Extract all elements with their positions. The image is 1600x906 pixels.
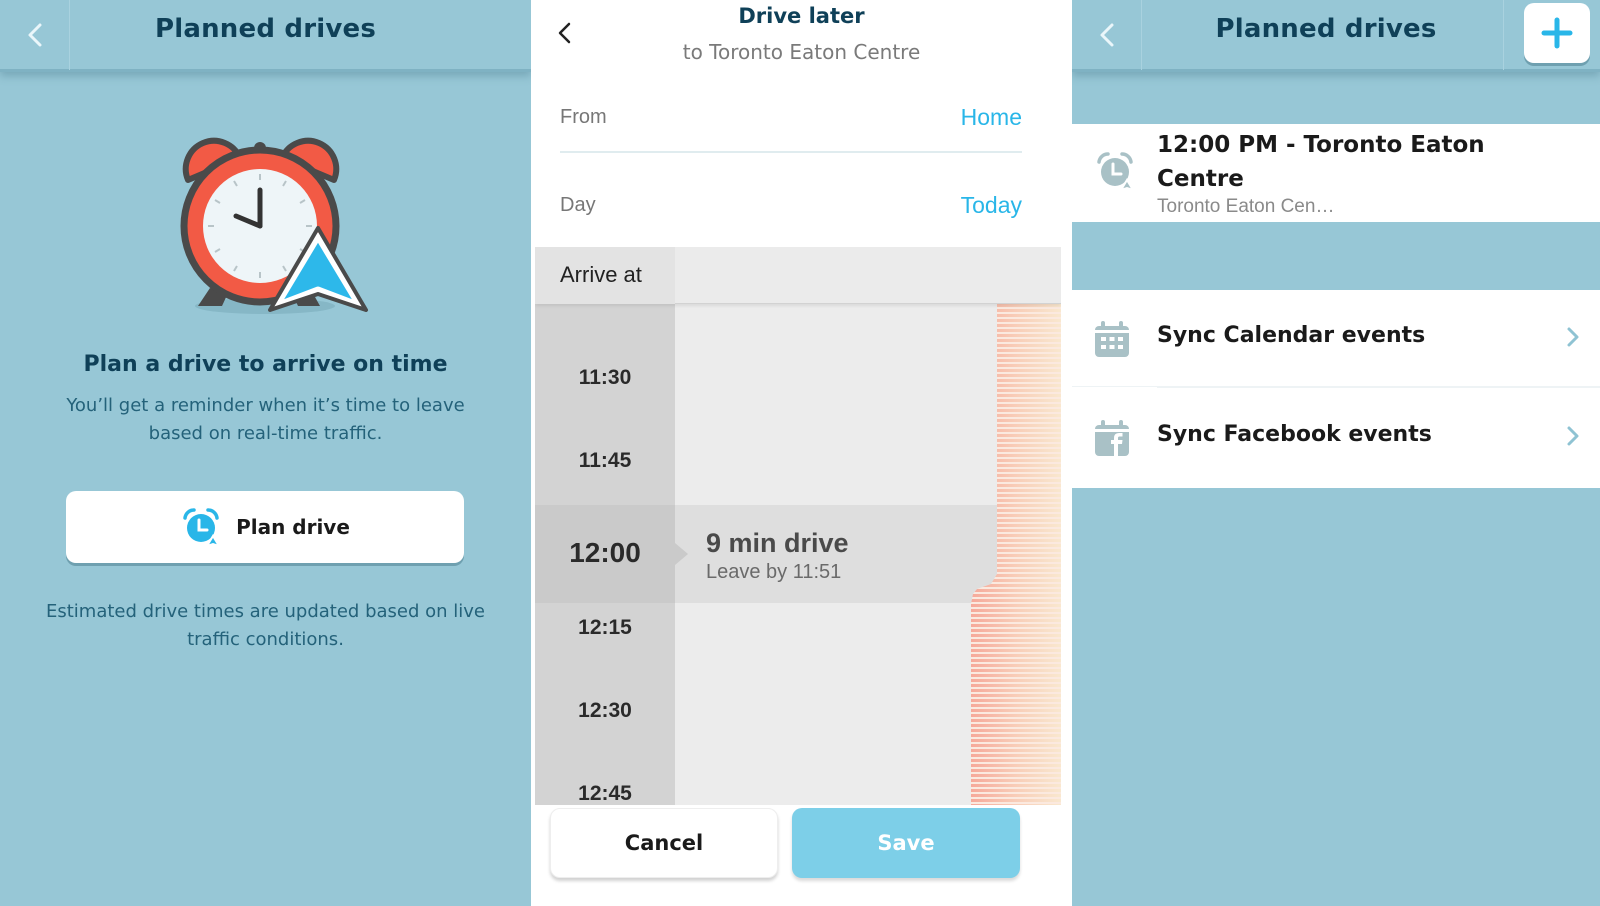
time-option[interactable]: 11:30 [535,366,675,390]
from-label: From [560,105,607,128]
add-drive-button[interactable] [1524,3,1590,63]
footnote: Estimated drive times are updated based … [45,601,486,650]
headline: Plan a drive to arrive on time [83,352,448,377]
from-row[interactable]: From Home [560,83,1022,153]
sync-calendar-item[interactable]: Sync Calendar events [1072,290,1600,388]
planned-drives-list-screen: Planned drives 12:00 PM - Toronto Eaton … [1072,0,1600,906]
alarm-clock-navigation-icon [180,137,368,314]
plan-drive-button[interactable]: Plan drive [66,491,464,563]
sync-facebook-item[interactable]: Sync Facebook events [1072,389,1600,487]
chevron-left-icon [1100,23,1113,47]
drive-duration: 9 min drive [706,528,849,558]
destination-subtitle: to Toronto Eaton Centre [682,40,921,64]
day-label: Day [560,193,596,216]
time-option[interactable]: 12:45 [535,782,675,805]
nav-divider [1503,0,1504,70]
from-value[interactable]: Home [961,104,1022,131]
chevron-right-icon [1567,426,1579,446]
time-option[interactable]: 12:30 [535,699,675,723]
calendar-icon [1095,321,1129,357]
plus-icon [1541,17,1573,49]
time-option[interactable]: 12:15 [535,616,675,640]
arrive-at-label: Arrive at [560,262,642,287]
nav-bar: Planned drives [0,0,531,72]
planned-drive-title: 12:00 PM - Toronto Eaton Centre [1157,132,1485,192]
time-option[interactable]: 11:45 [535,449,675,473]
page-title: Drive later [738,4,865,28]
chevron-right-icon [1567,327,1579,347]
save-button[interactable]: Save [792,808,1020,878]
page-title: Planned drives [1215,14,1437,44]
day-row[interactable]: Day Today [560,170,1022,240]
drive-later-screen: Drive later to Toronto Eaton Centre From… [531,0,1072,906]
description: You’ll get a reminder when it’s time to … [66,395,465,444]
sync-facebook-label: Sync Facebook events [1157,422,1432,447]
day-value[interactable]: Today [961,192,1022,219]
arrival-time-picker[interactable]: 11:15 11:30 11:45 12:00 9 min drive Leav… [535,247,1061,805]
traffic-density-gradient [971,304,1061,805]
sync-calendar-label: Sync Calendar events [1157,323,1426,348]
selected-time: 12:00 [569,537,641,568]
picker-header: Arrive at [535,247,1061,304]
planned-drive-subtitle: Toronto Eaton Cen… [1157,196,1335,217]
facebook-calendar-icon [1095,420,1129,456]
alarm-clock-icon [1097,152,1136,192]
planned-drive-item[interactable]: 12:00 PM - Toronto Eaton Centre Toronto … [1072,124,1600,222]
cancel-button[interactable]: Cancel [550,808,778,878]
nav-bar: Planned drives [1072,0,1600,72]
planned-drives-empty-screen: Planned drives Plan a drive to arrive on… [0,0,531,906]
back-button[interactable] [1072,0,1142,70]
plan-drive-label: Plan drive [236,515,350,539]
leave-by-time: Leave by 11:51 [706,561,842,583]
selection-notch [675,543,688,565]
sync-options-card: Sync Calendar events Sync Facebook event… [1072,290,1600,488]
alarm-clock-icon [183,508,222,548]
page-title: Planned drives [154,14,377,44]
